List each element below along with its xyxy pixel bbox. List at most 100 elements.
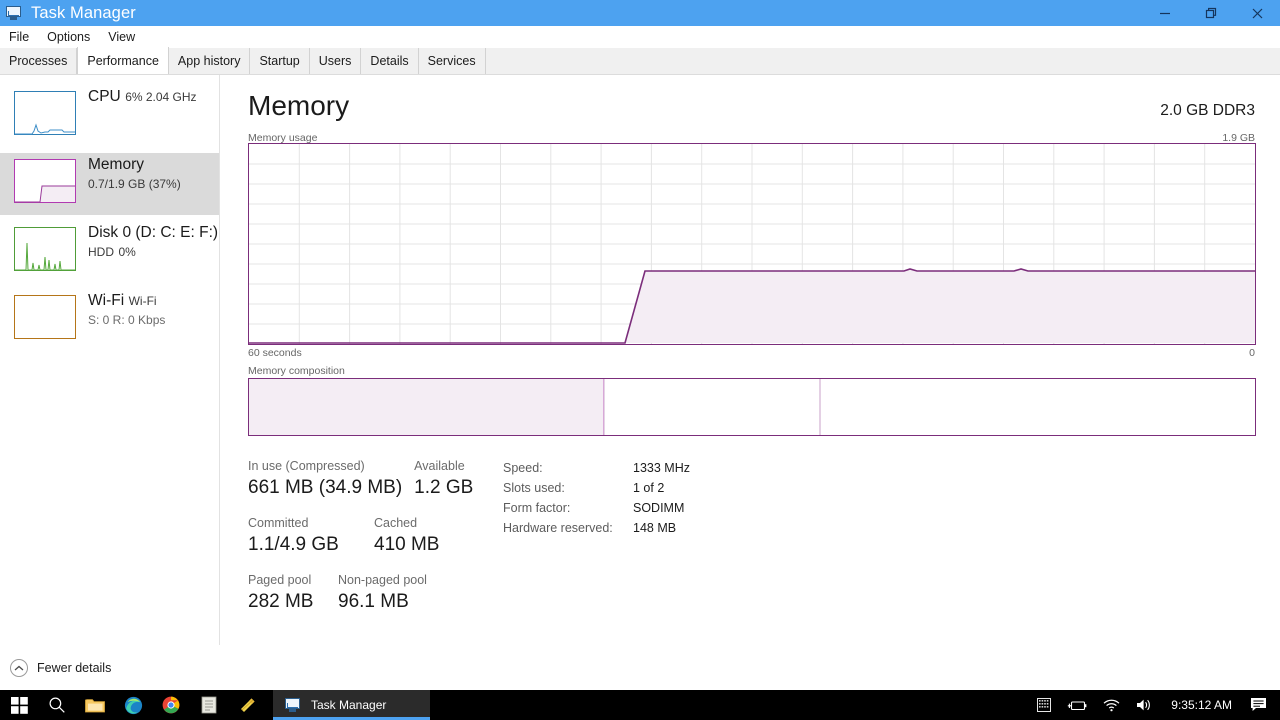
title-bar: Task Manager (0, 0, 1280, 26)
taskbar-task-manager-button[interactable]: Task Manager (273, 690, 430, 720)
sidebar-item-cpu-sub: 6% 2.04 GHz (125, 90, 197, 104)
tab-services[interactable]: Services (418, 48, 486, 74)
stat-hardware-reserved-value: 148 MB (633, 521, 677, 535)
stat-row-paged-nonpaged: Paged pool 282 MB Non-paged pool 96.1 MB (248, 572, 498, 615)
tab-app-history[interactable]: App history (168, 48, 251, 74)
task-manager-icon (6, 5, 23, 21)
sidebar-item-cpu[interactable]: CPU 6% 2.04 GHz (0, 85, 219, 147)
menu-bar: File Options View (0, 26, 1280, 48)
sidebar-item-wifi-sub2: S: 0 R: 0 Kbps (88, 313, 166, 327)
stat-speed-value: 1333 MHz (633, 461, 690, 475)
tab-processes[interactable]: Processes (0, 48, 78, 74)
stat-available-label: Available (414, 459, 465, 473)
tab-details[interactable]: Details (361, 48, 419, 74)
sidebar-item-memory[interactable]: Memory 0.7/1.9 GB (37%) (0, 153, 219, 215)
stat-committed-label: Committed (248, 516, 309, 530)
stat-form-factor: Form factor: SODIMM (503, 498, 690, 518)
stat-form-factor-label: Form factor: (503, 501, 571, 515)
stat-slots-used: Slots used: 1 of 2 (503, 478, 690, 498)
task-manager-window: Task Manager File Options View Processes… (0, 0, 1280, 720)
stat-in-use-label: In use (Compressed) (248, 459, 365, 473)
memory-stats-right: Speed: 1333 MHz Slots used: 1 of 2 Form … (503, 458, 690, 538)
stat-committed-value: 1.1/4.9 GB (248, 534, 339, 555)
composition-segment-free (820, 379, 1255, 435)
close-button[interactable] (1234, 0, 1280, 26)
sidebar-item-cpu-text: CPU 6% 2.04 GHz (88, 85, 197, 107)
stat-non-paged-pool-label: Non-paged pool (338, 573, 427, 587)
composition-caption-row: Memory composition (248, 365, 1255, 377)
stat-cached-value: 410 MB (374, 534, 440, 555)
tab-users[interactable]: Users (309, 48, 362, 74)
menu-item-view[interactable]: View (99, 28, 144, 46)
composition-segment-in-use (249, 379, 603, 435)
windows-taskbar: Task Manager 9:35:12 AM (0, 690, 1280, 720)
taskbar-edge-icon[interactable] (114, 690, 152, 720)
taskbar-search-icon[interactable] (38, 690, 76, 720)
stat-in-use: In use (Compressed) 661 MB (34.9 MB) (248, 458, 402, 501)
stat-paged-pool-label: Paged pool (248, 573, 312, 587)
tab-startup[interactable]: Startup (250, 48, 310, 74)
stat-cached: Cached 410 MB (374, 515, 439, 558)
stat-committed: Committed 1.1/4.9 GB (248, 515, 374, 558)
wifi-thumbnail-graph (14, 295, 76, 339)
tab-bar: Processes Performance App history Startu… (0, 47, 1280, 75)
time-axis-start-label: 60 seconds (248, 347, 302, 359)
memory-stats-left: In use (Compressed) 661 MB (34.9 MB) Ava… (248, 458, 498, 629)
memory-usage-plot (249, 144, 1255, 344)
tray-keyboard-icon[interactable] (1029, 690, 1059, 720)
footer-bar: Fewer details (0, 645, 1280, 690)
panel-header: Memory 2.0 GB DDR3 (248, 89, 1255, 127)
notifications-icon[interactable] (1242, 690, 1276, 720)
window-controls (1142, 0, 1280, 26)
stat-paged-pool: Paged pool 282 MB (248, 572, 338, 615)
stat-hardware-reserved-label: Hardware reserved: (503, 521, 613, 535)
stat-in-use-value: 661 MB (34.9 MB) (248, 477, 403, 498)
stat-form-factor-value: SODIMM (633, 501, 685, 515)
composition-segment-standby (605, 379, 820, 435)
cpu-thumbnail-graph (14, 91, 76, 135)
tray-speaker-icon[interactable] (1128, 690, 1161, 720)
sidebar-item-memory-text: Memory 0.7/1.9 GB (37%) (88, 153, 219, 193)
minimize-button[interactable] (1142, 0, 1188, 26)
stat-slots-used-value: 1 of 2 (633, 481, 665, 495)
taskbar-notepad-icon[interactable] (190, 690, 228, 720)
taskbar-clock[interactable]: 9:35:12 AM (1161, 698, 1242, 712)
sidebar-item-disk0[interactable]: Disk 0 (D: C: E: F:) HDD 0% (0, 221, 219, 283)
maximize-button[interactable] (1188, 0, 1234, 26)
composition-caption-label: Memory composition (248, 365, 345, 377)
menu-item-file[interactable]: File (0, 28, 38, 46)
start-icon[interactable] (0, 690, 38, 720)
sidebar-item-wifi-title: Wi-Fi (88, 292, 125, 309)
tray-battery-icon[interactable] (1059, 690, 1095, 720)
taskbar-file-explorer-icon[interactable] (76, 690, 114, 720)
sidebar-item-disk0-text: Disk 0 (D: C: E: F:) HDD 0% (88, 221, 219, 261)
sidebar-item-wifi[interactable]: Wi-Fi Wi-Fi S: 0 R: 0 Kbps (0, 289, 219, 351)
tray-wifi-icon[interactable] (1095, 690, 1128, 720)
stat-paged-pool-value: 282 MB (248, 591, 314, 612)
stat-available: Available 1.2 GB (414, 458, 473, 501)
memory-usage-graph[interactable] (248, 143, 1256, 345)
menu-item-options[interactable]: Options (38, 28, 99, 46)
sidebar-item-cpu-title: CPU (88, 88, 121, 105)
time-axis-row: 60 seconds 0 (248, 347, 1255, 359)
chevron-up-icon[interactable] (10, 659, 28, 677)
stat-non-paged-pool: Non-paged pool 96.1 MB (338, 572, 427, 615)
task-manager-icon (285, 697, 302, 713)
memory-composition-bar[interactable] (248, 378, 1256, 436)
memory-panel: Memory 2.0 GB DDR3 Memory usage 1.9 GB 6… (221, 75, 1280, 645)
taskbar-chrome-icon[interactable] (152, 690, 190, 720)
resource-sidebar: CPU 6% 2.04 GHz Memory 0.7/1.9 GB (37%) (0, 75, 220, 645)
sidebar-item-memory-title: Memory (88, 156, 144, 173)
page-title: Memory (248, 90, 350, 121)
sidebar-item-disk0-title: Disk 0 (D: C: E: F:) (88, 224, 219, 241)
disk-thumbnail-graph (14, 227, 76, 271)
stat-row-inuse-available: In use (Compressed) 661 MB (34.9 MB) Ava… (248, 458, 498, 501)
stat-row-committed-cached: Committed 1.1/4.9 GB Cached 410 MB (248, 515, 498, 558)
memory-spec-label: 2.0 GB DDR3 (1160, 102, 1255, 119)
performance-content: CPU 6% 2.04 GHz Memory 0.7/1.9 GB (37%) (0, 75, 1280, 645)
fewer-details-button[interactable]: Fewer details (37, 661, 111, 675)
taskbar-ribbon-icon[interactable] (228, 690, 266, 720)
tab-performance[interactable]: Performance (77, 47, 169, 74)
memory-composition-plot (249, 379, 1255, 435)
system-tray: 9:35:12 AM (1029, 690, 1280, 720)
